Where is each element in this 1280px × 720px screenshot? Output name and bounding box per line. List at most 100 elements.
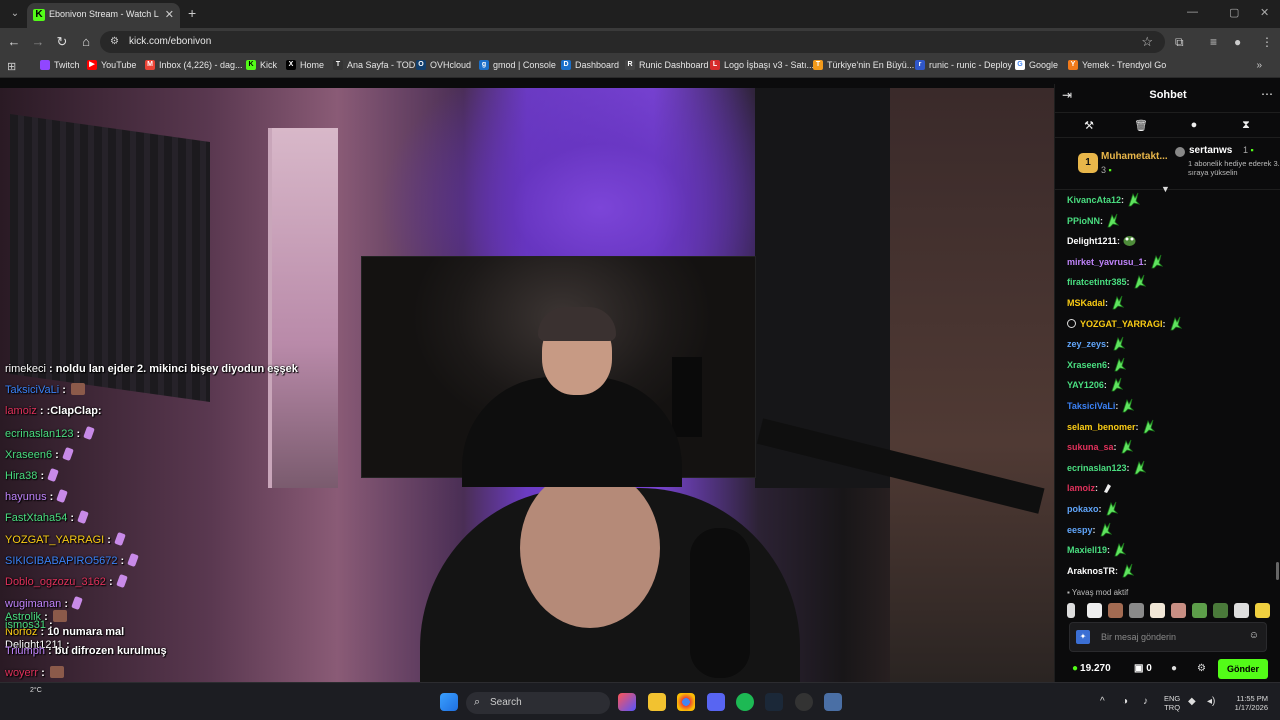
emote[interactable]	[1108, 603, 1123, 618]
forward-icon[interactable]: →	[30, 34, 46, 49]
site-info-icon[interactable]: ⚙	[110, 36, 119, 47]
volume-icon[interactable]: ◂)	[1207, 696, 1215, 707]
close-window-icon[interactable]: ✕	[1260, 6, 1269, 19]
chat-scrollbar[interactable]	[1276, 562, 1279, 580]
extensions-icon[interactable]: ⧉	[1175, 35, 1184, 50]
hammer-icon[interactable]: ⚒	[1081, 119, 1097, 132]
overlay-chat-username[interactable]: ismos31	[5, 619, 46, 631]
bookmark-item[interactable]: T Ana Sayfa - TOD	[333, 60, 415, 70]
bookmark-item[interactable]: M Inbox (4,226) - dag...	[145, 60, 243, 70]
maximize-icon[interactable]: ▢	[1229, 6, 1239, 19]
chat-username[interactable]: firatcetintr385	[1067, 277, 1127, 287]
copilot-icon[interactable]	[618, 693, 636, 711]
gift-leaderboard[interactable]: 1 Muhametakt... 3 ▪ sertanws 1 ▪ 1 abone…	[1055, 140, 1280, 190]
bookmark-item[interactable]: Twitch	[40, 60, 80, 70]
browser-tab[interactable]: K Ebonivon Stream - Watch Live on Kick ✕	[27, 3, 180, 28]
overlay-chat-username[interactable]: Triumph	[5, 645, 45, 657]
chat-username[interactable]: MSKadal	[1067, 298, 1105, 308]
bookmark-item[interactable]: R Runic Dashboard	[625, 60, 709, 70]
bookmark-item[interactable]: G Google	[1015, 60, 1058, 70]
emoji-icon[interactable]: ☺	[1249, 630, 1259, 641]
emote[interactable]	[1087, 603, 1102, 618]
emote-picker-icon[interactable]: ✦	[1076, 630, 1090, 644]
url-field[interactable]: ⚙ kick.com/ebonivon ☆	[100, 31, 1165, 53]
chrome-icon[interactable]	[677, 693, 695, 711]
overlay-chat-username[interactable]: FastXtaha54	[5, 512, 67, 524]
bookmark-item[interactable]: T Türkiye'nin En Büyü...	[813, 60, 914, 70]
predictions-count[interactable]: ▣ 0	[1134, 663, 1152, 674]
trash-icon[interactable]: 🗑	[1133, 119, 1149, 132]
chat-username[interactable]: ecrinaslan123	[1067, 463, 1127, 473]
reload-icon[interactable]: ↻	[54, 34, 70, 50]
bookmark-item[interactable]: Y Yemek - Trendyol Go	[1068, 60, 1166, 70]
send-button[interactable]: Gönder	[1218, 659, 1268, 679]
tab-search-icon[interactable]: ⌄	[6, 5, 24, 23]
tray-app-icon[interactable]: ◑	[1122, 696, 1128, 707]
clock[interactable]: 11:55 PM 1/17/2026	[1222, 694, 1268, 712]
discord-icon[interactable]	[707, 693, 725, 711]
chat-username[interactable]: sukuna_sa	[1067, 442, 1114, 452]
apps-grid-icon[interactable]: ⊞	[7, 60, 16, 73]
emote[interactable]	[1129, 603, 1144, 618]
overlay-chat-username[interactable]: SIKICIBABAPIRO5672	[5, 555, 118, 567]
bookmark-item[interactable]: K Kick	[246, 60, 277, 70]
bookmark-item[interactable]: g gmod | Console	[479, 60, 556, 70]
bookmark-star-icon[interactable]: ☆	[1141, 34, 1153, 50]
start-icon[interactable]	[440, 693, 458, 711]
overlay-chat-username[interactable]: rimekeci	[5, 363, 46, 375]
tray-overflow-icon[interactable]: ^	[1100, 696, 1105, 707]
media-icon[interactable]: ≡	[1210, 35, 1217, 49]
hourglass-icon[interactable]: ⧗	[1238, 119, 1254, 132]
spotify-icon[interactable]	[736, 693, 754, 711]
overlay-chat-username[interactable]: YOZGAT_YARRAGI	[5, 534, 104, 546]
chat-input[interactable]: ✦ Bir mesaj gönderin ☺	[1069, 622, 1267, 652]
back-icon[interactable]: ←	[6, 34, 22, 49]
chat-username[interactable]: KivancAta12	[1067, 195, 1121, 205]
chat-username[interactable]: TaksiciVaLi	[1067, 401, 1115, 411]
chat-username[interactable]: PPioNN	[1067, 216, 1100, 226]
emote[interactable]	[1255, 603, 1270, 618]
emote[interactable]	[1171, 603, 1186, 618]
chat-username[interactable]: Maxiell19	[1067, 545, 1107, 555]
profile-icon[interactable]: ●	[1234, 35, 1241, 49]
obs-icon[interactable]	[795, 693, 813, 711]
chat-bubble-icon[interactable]: ●	[1186, 119, 1202, 131]
chat-username[interactable]: YAY1206	[1067, 380, 1104, 390]
chat-username[interactable]: zey_zeys	[1067, 339, 1106, 349]
chat-username[interactable]: AraknosTR	[1067, 566, 1115, 576]
chat-username[interactable]: Xraseen6	[1067, 360, 1107, 370]
chat-username[interactable]: pokaxo	[1067, 504, 1099, 514]
emote[interactable]	[1192, 603, 1207, 618]
weather-widget[interactable]: 2°C	[30, 687, 42, 694]
steam-icon[interactable]	[765, 693, 783, 711]
network-icon[interactable]: ◆	[1188, 696, 1196, 707]
settings-gear-icon[interactable]: ⚙	[1197, 663, 1206, 674]
overlay-chat-username[interactable]: ecrinaslan123	[5, 428, 74, 440]
emote[interactable]	[1234, 603, 1249, 618]
overlay-chat-username[interactable]: lamoiz	[5, 405, 37, 417]
bookmark-item[interactable]: X Home	[286, 60, 324, 70]
app-icon[interactable]	[824, 693, 842, 711]
overlay-chat-username[interactable]: Xraseen6	[5, 449, 52, 461]
new-tab-icon[interactable]: +	[188, 5, 196, 21]
overlay-chat-username[interactable]: Hira38	[5, 470, 37, 482]
channel-points[interactable]: ● 19.270	[1072, 663, 1111, 674]
emote[interactable]	[1067, 603, 1075, 618]
more-bookmarks-icon[interactable]: »	[1256, 60, 1262, 71]
chat-username[interactable]: eespy	[1067, 525, 1093, 535]
bookmark-item[interactable]: ▶ YouTube	[87, 60, 136, 70]
bookmark-item[interactable]: D Dashboard	[561, 60, 619, 70]
overlay-chat-username[interactable]: wugimanan	[5, 598, 61, 610]
chat-username[interactable]: Delight1211	[1067, 236, 1117, 246]
tab-close-icon[interactable]: ✕	[165, 8, 174, 21]
chat-username[interactable]: mirket_yavrusu_1	[1067, 257, 1144, 267]
bookmark-item[interactable]: L Logo İşbaşı v3 - Satı...	[710, 60, 814, 70]
file-explorer-icon[interactable]	[648, 693, 666, 711]
microphone-icon[interactable]: ♪	[1143, 696, 1148, 707]
emote[interactable]	[1150, 603, 1165, 618]
taskbar-search[interactable]: ⌕ Search	[466, 692, 610, 714]
chat-username[interactable]: YOZGAT_YARRAGI	[1080, 319, 1163, 329]
bookmark-item[interactable]: O OVHcloud	[416, 60, 471, 70]
chat-options-icon[interactable]: ●	[1171, 663, 1177, 674]
home-icon[interactable]: ⌂	[78, 34, 94, 49]
